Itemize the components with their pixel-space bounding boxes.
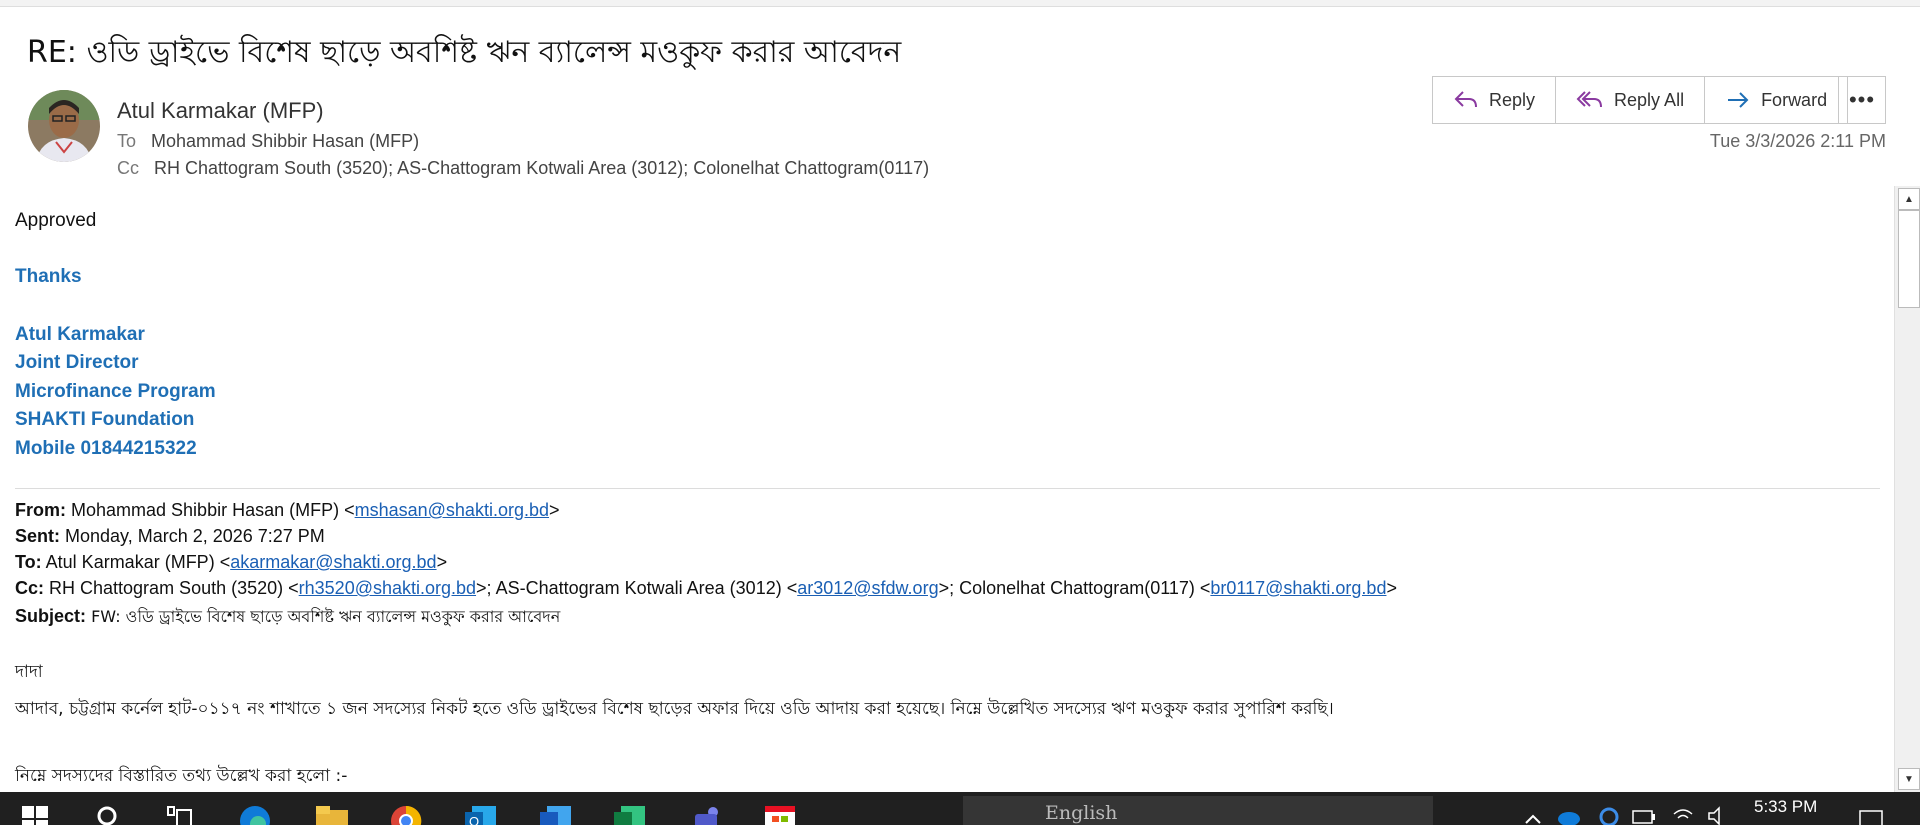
reply-button[interactable]: Reply bbox=[1433, 77, 1557, 123]
language-indicator[interactable]: English bbox=[1045, 802, 1117, 824]
fwd-cc: Cc: RH Chattogram South (3520) <rh3520@s… bbox=[15, 578, 1397, 599]
fwd-subject: Subject: FW: ওডি ড্রাইভে বিশেষ ছাড়ে অবশ… bbox=[15, 604, 560, 631]
scroll-up-arrow-icon[interactable]: ▲ bbox=[1898, 188, 1920, 210]
signature-name: Atul Karmakar bbox=[15, 324, 145, 345]
edge-browser-icon[interactable] bbox=[238, 804, 272, 825]
taskbar-clock[interactable]: 5:33 PM bbox=[1754, 797, 1817, 817]
word-icon[interactable] bbox=[539, 804, 573, 825]
to-label: To bbox=[117, 131, 137, 151]
signature-mobile: Mobile 01844215322 bbox=[15, 438, 197, 459]
battery-icon[interactable] bbox=[1632, 810, 1656, 824]
message-actions: Reply Reply All Forward bbox=[1432, 76, 1849, 124]
reply-all-button[interactable]: Reply All bbox=[1556, 77, 1706, 123]
excel-icon[interactable] bbox=[613, 804, 647, 825]
fwd-cc-email-link-3[interactable]: br0117@shakti.org.bd bbox=[1210, 578, 1386, 598]
sync-icon[interactable] bbox=[1598, 806, 1620, 825]
fwd-to-close: > bbox=[436, 552, 448, 572]
body-approved: Approved bbox=[15, 210, 97, 231]
body-thanks: Thanks bbox=[15, 266, 82, 287]
store-icon[interactable] bbox=[763, 802, 797, 825]
fwd-from: From: Mohammad Shibbir Hasan (MFP) <msha… bbox=[15, 500, 560, 521]
scroll-down-arrow-icon[interactable]: ▼ bbox=[1898, 768, 1920, 790]
reply-icon bbox=[1454, 91, 1477, 108]
fwd-cc-email-link-1[interactable]: rh3520@shakti.org.bd bbox=[299, 578, 476, 598]
fwd-cc-label: Cc: bbox=[15, 578, 45, 598]
fwd-from-close: > bbox=[548, 500, 560, 520]
forward-label: Forward bbox=[1761, 89, 1828, 110]
forward-button[interactable]: Forward bbox=[1705, 77, 1847, 123]
to-recipients[interactable]: Mohammad Shibbir Hasan (MFP) bbox=[151, 131, 419, 151]
sent-date: Tue 3/3/2026 2:11 PM bbox=[1709, 131, 1886, 151]
fwd-to-email-link[interactable]: akarmakar@shakti.org.bd bbox=[230, 552, 436, 572]
sender-avatar[interactable] bbox=[28, 90, 100, 162]
fwd-from-name: Mohammad Shibbir Hasan (MFP) < bbox=[66, 500, 355, 520]
windows-taskbar: O bbox=[0, 792, 1920, 825]
body-greeting: দাদা bbox=[15, 662, 43, 682]
email-subject: RE: ওডি ড্রাইভে বিশেষ ছাড়ে অবশিষ্ট ঋন ব… bbox=[27, 35, 902, 70]
fwd-subject-value: FW: ওডি ড্রাইভে বিশেষ ছাড়ে অবশিষ্ট ঋন ব… bbox=[86, 607, 561, 626]
fwd-subject-label: Subject: bbox=[15, 606, 87, 626]
reply-all-icon bbox=[1576, 91, 1603, 108]
fwd-cc-name-1: RH Chattogram South (3520) < bbox=[44, 578, 299, 598]
onedrive-icon[interactable] bbox=[1555, 810, 1581, 825]
signature-org: SHAKTI Foundation bbox=[15, 409, 195, 430]
window-top-edge bbox=[0, 0, 1920, 7]
signature-title: Joint Director bbox=[15, 352, 139, 373]
scroll-thumb[interactable] bbox=[1898, 210, 1920, 308]
fwd-cc-name-3: >; Colonelhat Chattogram(0117) < bbox=[938, 578, 1211, 598]
cc-recipients[interactable]: RH Chattogram South (3520); AS-Chattogra… bbox=[154, 158, 929, 178]
more-actions-button[interactable]: ••• bbox=[1838, 76, 1886, 124]
task-view-icon[interactable] bbox=[167, 806, 193, 825]
body-paragraph-1: আদাব, চট্টগ্রাম কর্নেল হাট-০১১৭ নং শাখাত… bbox=[15, 699, 1334, 719]
signature-program: Microfinance Program bbox=[15, 381, 216, 402]
fwd-cc-email-link-2[interactable]: ar3012@sfdw.org bbox=[797, 578, 938, 598]
file-explorer-icon[interactable] bbox=[315, 804, 349, 825]
fwd-to-name: Atul Karmakar (MFP) < bbox=[41, 552, 231, 572]
volume-icon[interactable] bbox=[1707, 806, 1729, 825]
reply-all-label: Reply All bbox=[1614, 89, 1685, 110]
search-icon[interactable] bbox=[95, 804, 121, 825]
fwd-sent-label: Sent: bbox=[15, 526, 60, 546]
chrome-browser-icon[interactable] bbox=[389, 804, 423, 825]
forward-icon bbox=[1728, 92, 1749, 108]
outlook-icon[interactable]: O bbox=[464, 804, 498, 825]
fwd-to-label: To: bbox=[15, 552, 42, 572]
fwd-from-email-link[interactable]: mshasan@shakti.org.bd bbox=[355, 500, 549, 520]
fwd-sent-value: Monday, March 2, 2026 7:27 PM bbox=[60, 526, 325, 546]
fwd-to: To: Atul Karmakar (MFP) <akarmakar@shakt… bbox=[15, 552, 447, 573]
cc-label: Cc bbox=[117, 158, 139, 178]
fwd-cc-name-2: >; AS-Chattogram Kotwali Area (3012) < bbox=[476, 578, 798, 598]
notification-icon[interactable] bbox=[1859, 810, 1883, 825]
fwd-from-label: From: bbox=[15, 500, 66, 520]
windows-start-icon[interactable] bbox=[22, 806, 48, 825]
svg-text:O: O bbox=[469, 814, 479, 825]
fwd-sent: Sent: Monday, March 2, 2026 7:27 PM bbox=[15, 526, 325, 547]
teams-icon[interactable] bbox=[689, 804, 723, 825]
wifi-icon[interactable] bbox=[1672, 806, 1694, 825]
to-line: To Mohammad Shibbir Hasan (MFP) bbox=[117, 131, 419, 152]
divider bbox=[15, 488, 1880, 489]
body-paragraph-2: নিম্নে সদস্যদের বিস্তারিত তথ্য উল্লেখ কর… bbox=[15, 766, 348, 786]
language-bar[interactable] bbox=[963, 796, 1433, 825]
reply-label: Reply bbox=[1489, 89, 1536, 110]
vertical-scrollbar[interactable]: ▲ ▼ bbox=[1894, 186, 1920, 792]
cc-line: Cc RH Chattogram South (3520); AS-Chatto… bbox=[117, 158, 929, 179]
chevron-up-icon[interactable] bbox=[1525, 814, 1541, 824]
sender-name[interactable]: Atul Karmakar (MFP) bbox=[117, 98, 324, 124]
fwd-cc-close: > bbox=[1386, 578, 1397, 598]
